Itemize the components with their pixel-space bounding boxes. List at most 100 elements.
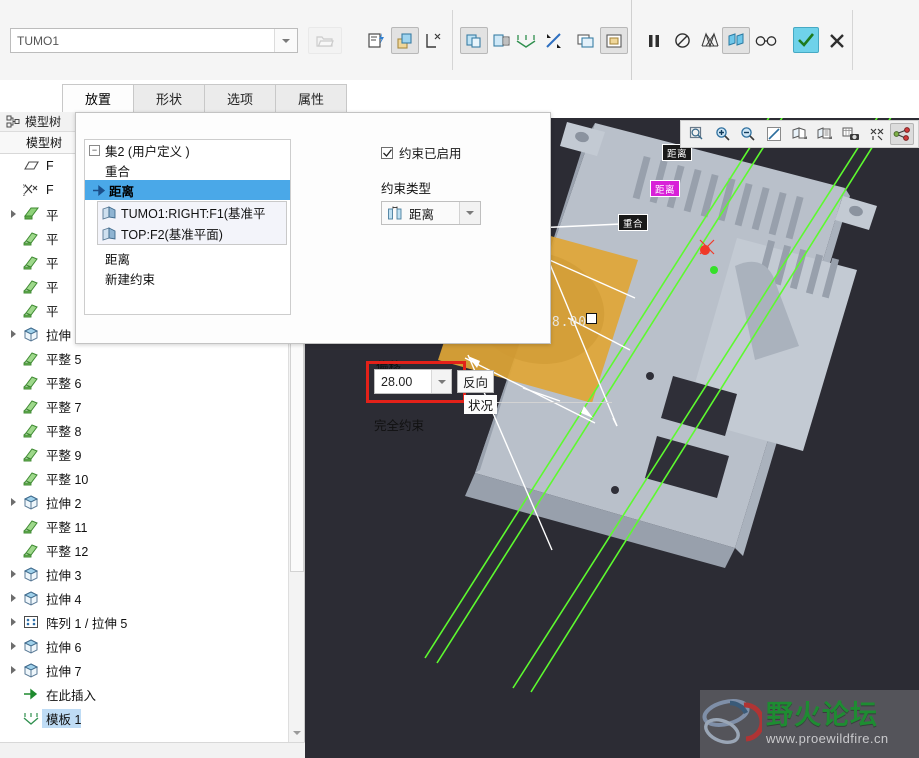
zoom-out-button[interactable] — [736, 123, 760, 145]
insert-here-icon — [24, 688, 38, 700]
zoom-in-button[interactable] — [711, 123, 735, 145]
tree-row[interactable]: 平整 5 — [0, 346, 288, 370]
constraint-item-distance[interactable]: 距离 — [85, 180, 290, 200]
tree-row[interactable]: 在此插入 — [0, 682, 288, 706]
drag-line-button[interactable] — [540, 27, 568, 54]
expand-arrow-icon[interactable] — [6, 610, 20, 634]
tree-row[interactable]: 拉伸 2 — [0, 490, 288, 514]
constraint-item-coincident[interactable]: 重合 — [85, 160, 290, 180]
component-name-dropdown-arrow[interactable] — [274, 29, 297, 52]
datum-plane-icon — [24, 161, 39, 170]
tree-row-icon-wrap — [20, 371, 42, 393]
constraint-set-row[interactable]: − 集2 (用户定义 ) — [85, 140, 290, 160]
drag-handle[interactable] — [586, 313, 597, 324]
constraint-tree[interactable]: − 集2 (用户定义 ) 重合 距离 TUMO1:RIGHT:F1(基准平 TO… — [84, 139, 291, 315]
tab-properties[interactable]: 属性 — [275, 84, 347, 112]
reference-row-1[interactable]: TUMO1:RIGHT:F1(基准平 — [98, 202, 286, 223]
offset-value[interactable]: 28.00 — [375, 375, 431, 389]
expand-arrow-icon[interactable] — [6, 658, 20, 682]
component-name-combo[interactable] — [10, 28, 298, 53]
tree-row[interactable]: 平整 9 — [0, 442, 288, 466]
zoom-in-icon — [715, 127, 730, 141]
tree-row[interactable]: 模板 1 — [0, 706, 288, 730]
constraint-type-value-wrap: 距离 — [382, 204, 459, 223]
tree-row[interactable]: 平整 8 — [0, 418, 288, 442]
expand-arrow-icon[interactable] — [6, 490, 20, 514]
place-component-button[interactable] — [391, 27, 419, 54]
expand-arrow-icon[interactable] — [6, 562, 20, 586]
tree-row[interactable]: 拉伸 4 — [0, 586, 288, 610]
display-in-window-button[interactable] — [600, 27, 628, 54]
auto-place-button[interactable] — [363, 27, 391, 54]
tree-row-spacer — [6, 274, 20, 298]
refit-button[interactable] — [762, 123, 786, 145]
tree-row[interactable]: 平整 7 — [0, 394, 288, 418]
wireframe-preview-button[interactable] — [696, 27, 724, 54]
no-entry-button[interactable] — [668, 27, 696, 54]
confirm-button[interactable] — [793, 27, 819, 53]
tab-shape[interactable]: 形状 — [133, 84, 205, 112]
model-tree-header-label: 模型树 — [26, 136, 63, 150]
constraint-enabled-row[interactable]: 约束已启用 — [381, 143, 545, 162]
tree-row-label: 平 — [46, 232, 59, 247]
tree-row[interactable]: 平整 10 — [0, 466, 288, 490]
tree-row[interactable]: 拉伸 7 — [0, 658, 288, 682]
open-file-button[interactable] — [308, 27, 342, 54]
placement-preview-button[interactable] — [722, 27, 750, 54]
tree-row-label: 平整 12 — [46, 544, 89, 559]
constraint-type-combo[interactable]: 距离 — [381, 201, 481, 225]
scene-camera-button[interactable] — [839, 123, 863, 145]
left-panel-footer — [0, 742, 305, 758]
tree-row[interactable]: 拉伸 6 — [0, 634, 288, 658]
datum-point-red — [700, 245, 710, 255]
tree-row-icon-wrap — [20, 515, 42, 537]
annotation-display-button[interactable] — [890, 123, 915, 145]
pause-button[interactable] — [640, 27, 668, 54]
move-component-button[interactable] — [460, 27, 488, 54]
constraint-offset-row[interactable]: 距离 — [85, 248, 290, 268]
tree-row[interactable]: 平整 12 — [0, 538, 288, 562]
flip-direction-button[interactable]: 反向 — [457, 370, 494, 393]
assemble-down-button[interactable] — [512, 27, 540, 54]
flat-wall-icon — [23, 400, 38, 414]
tree-row-icon-wrap — [20, 299, 42, 321]
datum-display-button[interactable] — [865, 123, 889, 145]
display-style-button[interactable] — [788, 123, 812, 145]
expand-arrow-icon[interactable] — [6, 634, 20, 658]
zoom-window-icon — [689, 126, 703, 140]
tab-options[interactable]: 选项 — [204, 84, 276, 112]
separate-window-button[interactable] — [572, 27, 600, 54]
expand-arrow-icon[interactable] — [6, 586, 20, 610]
zoom-window-button[interactable] — [685, 123, 709, 145]
annotation-display-icon — [893, 127, 911, 141]
tree-row-label: 模板 1 — [42, 708, 82, 728]
reference-row-2[interactable]: TOP:F2(基准平面) — [98, 223, 286, 244]
tab-placement[interactable]: 放置 — [62, 84, 134, 112]
constraint-item-label: 距离 — [109, 184, 135, 199]
constraint-flag-distance-mid[interactable]: 距离 — [650, 180, 681, 197]
tree-row[interactable]: 阵列 1 / 拉伸 5 — [0, 610, 288, 634]
offset-dropdown-arrow[interactable] — [431, 370, 451, 393]
new-constraint-row[interactable]: 新建约束 — [85, 268, 290, 288]
collapse-expander-icon[interactable]: − — [89, 144, 100, 156]
cancel-button[interactable] — [823, 27, 851, 54]
component-name-input[interactable] — [11, 29, 274, 52]
scroll-down-button[interactable] — [290, 726, 304, 740]
saved-views-button[interactable] — [813, 123, 837, 145]
tree-row-label: 平整 6 — [46, 376, 82, 391]
glasses-preview-button[interactable] — [752, 27, 780, 54]
connect-interface-button[interactable] — [419, 27, 447, 54]
expand-arrow-icon[interactable] — [6, 322, 20, 346]
tab-label: 选项 — [226, 92, 253, 107]
placement-preview-icon — [728, 32, 744, 46]
dashboard-separator-2 — [852, 10, 853, 70]
watermark-text: 野火论坛 www.proewildfire.cn — [766, 701, 888, 746]
expand-arrow-icon[interactable] — [6, 202, 20, 226]
tree-row[interactable]: 平整 11 — [0, 514, 288, 538]
constraint-flag-coincident[interactable]: 重合 — [618, 214, 649, 231]
constraint-enabled-checkbox[interactable] — [381, 146, 393, 159]
constraint-type-dropdown-arrow[interactable] — [459, 202, 480, 224]
tree-row[interactable]: 拉伸 3 — [0, 562, 288, 586]
tree-row[interactable]: 平整 6 — [0, 370, 288, 394]
offset-combo[interactable]: 28.00 — [374, 369, 452, 394]
